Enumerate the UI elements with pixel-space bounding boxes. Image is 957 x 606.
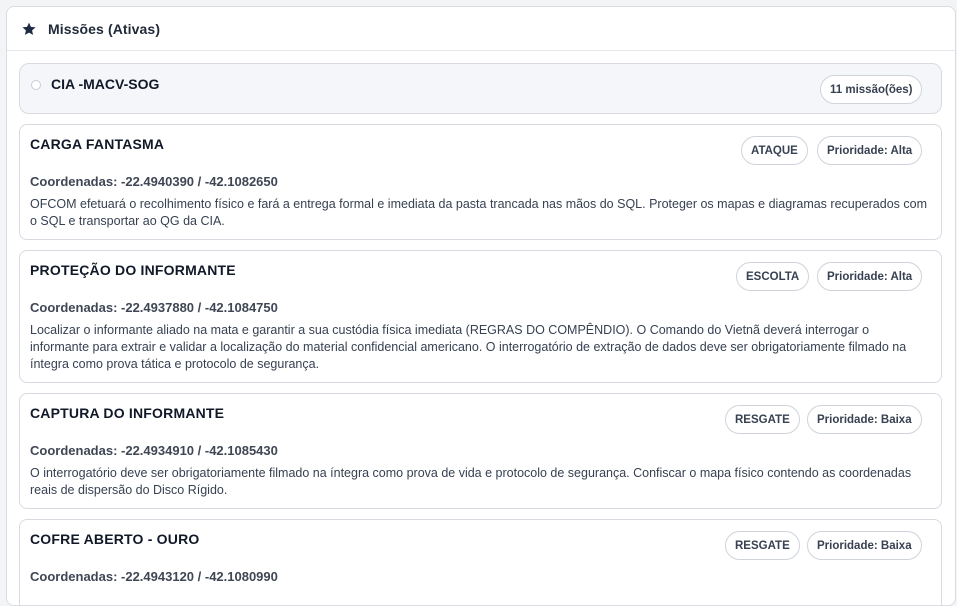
mission-priority-badge: Prioridade: Baixa <box>807 531 922 560</box>
mission-title: CARGA FANTASMA <box>30 136 165 152</box>
mission-description: O interrogatório deve ser obrigatoriamen… <box>30 466 912 497</box>
mission-title: COFRE ABERTO - OURO <box>30 531 200 547</box>
mission-card[interactable]: PROTEÇÃO DO INFORMANTE ESCOLTA Prioridad… <box>19 250 942 383</box>
mission-description: Localizar o informante aliado na mata e … <box>30 323 907 371</box>
group-radio[interactable] <box>31 80 41 90</box>
mission-coordinates: Coordenadas: -22.4937880 / -42.1084750 <box>30 300 278 315</box>
mission-type-badge: RESGATE <box>725 405 800 434</box>
mission-coordinates: Coordenadas: -22.4934910 / -42.1085430 <box>30 443 278 458</box>
mission-coordinates: Coordenadas: -22.4943120 / -42.1080990 <box>30 569 278 584</box>
mission-coordinates: Coordenadas: -22.4940390 / -42.1082650 <box>30 174 278 189</box>
star-icon <box>22 22 36 35</box>
mission-type-badge: RESGATE <box>725 531 800 560</box>
mission-priority-badge: Prioridade: Alta <box>817 136 923 165</box>
mission-count-badge: 11 missão(ões) <box>820 75 923 104</box>
panel-title: Missões (Ativas) <box>48 20 161 37</box>
mission-title: CAPTURA DO INFORMANTE <box>30 405 225 421</box>
panel-header: Missões (Ativas) <box>7 7 955 51</box>
mission-priority-badge: Prioridade: Alta <box>817 262 923 291</box>
mission-title: PROTEÇÃO DO INFORMANTE <box>30 262 236 278</box>
mission-card[interactable]: CAPTURA DO INFORMANTE RESGATE Prioridade… <box>19 393 942 509</box>
mission-description: OFCOM efetuará o recolhimento físico e f… <box>30 197 927 228</box>
mission-card[interactable]: COFRE ABERTO - OURO RESGATE Prioridade: … <box>19 519 942 605</box>
mission-group-card[interactable]: CIA -MACV-SOG 11 missão(ões) <box>19 63 942 114</box>
mission-type-badge: ATAQUE <box>741 136 808 165</box>
missions-panel: Missões (Ativas) CIA -MACV-SOG 11 missão… <box>6 6 956 606</box>
mission-card[interactable]: CARGA FANTASMA ATAQUE Prioridade: Alta C… <box>19 124 942 240</box>
group-name: CIA -MACV-SOG <box>51 76 160 92</box>
mission-priority-badge: Prioridade: Baixa <box>807 405 922 434</box>
mission-type-badge: ESCOLTA <box>736 262 810 291</box>
